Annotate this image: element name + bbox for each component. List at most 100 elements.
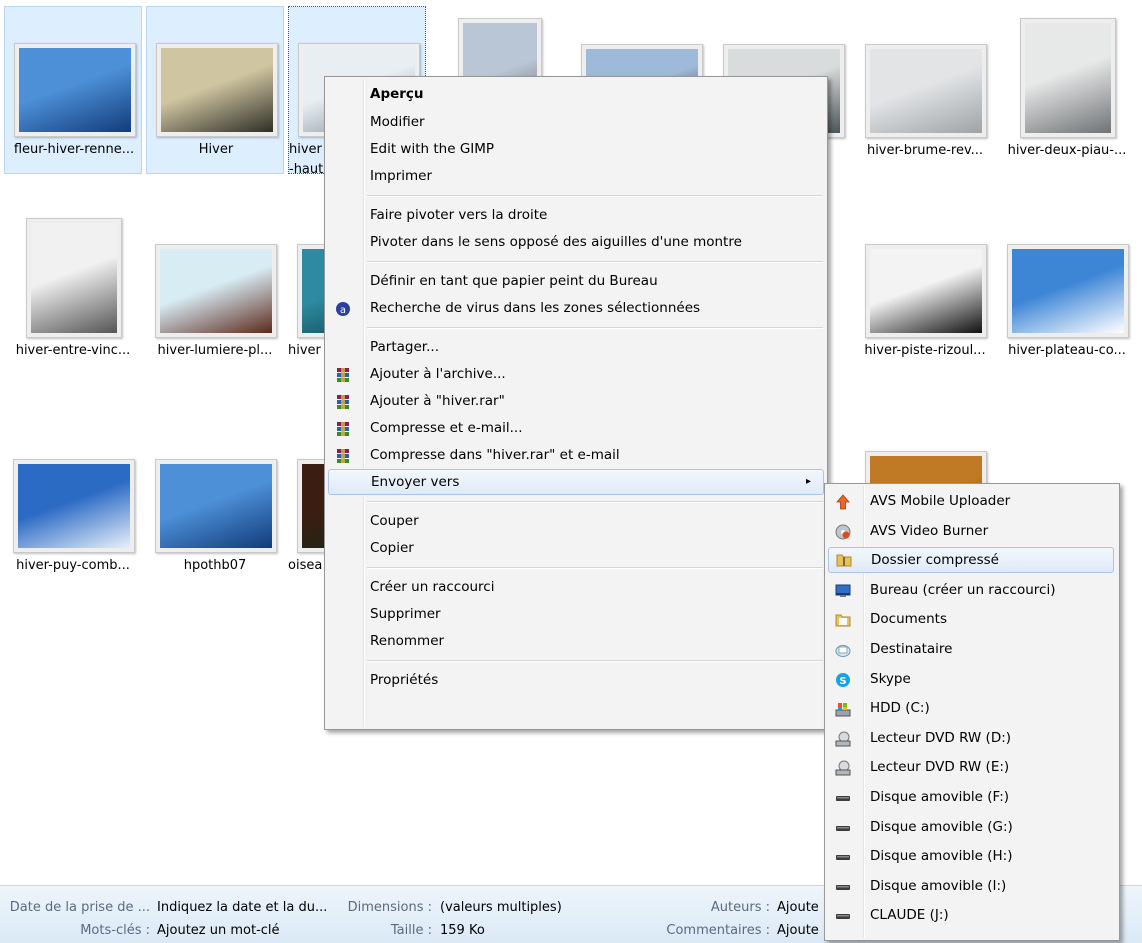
send-to-item-label: Documents <box>870 611 947 628</box>
menu-item-supprimer[interactable]: Supprimer <box>328 601 824 627</box>
file-name: hiver-piste-rizoul... <box>864 343 986 358</box>
file-tile[interactable]: hpothb07 <box>146 423 284 591</box>
send-to-item-label: Bureau (créer un raccourci) <box>870 581 1056 598</box>
file-thumbnail[interactable] <box>865 44 987 138</box>
menu-item-partager[interactable]: Partager... <box>328 334 824 360</box>
send-to-item-avs-mobile-uploader[interactable]: AVS Mobile Uploader <box>828 488 1114 514</box>
menu-item-label: Imprimer <box>370 168 433 184</box>
file-thumbnail[interactable] <box>155 244 277 338</box>
file-name: hiver-entre-vinc... <box>15 343 131 358</box>
send-to-item-disque-amovible-g[interactable]: Disque amovible (G:) <box>828 814 1114 840</box>
menu-item-envoyer-vers[interactable]: Envoyer vers ▸ <box>328 469 824 495</box>
svg-text:a: a <box>340 305 346 316</box>
keywords-value[interactable]: Ajoutez un mot-clé <box>157 923 280 938</box>
send-to-item-label: Disque amovible (F:) <box>870 789 1010 805</box>
send-to-item-bureau-creer-un-raccourci[interactable]: Bureau (créer un raccourci) <box>828 577 1114 603</box>
date-taken-label: Date de la prise de ... <box>9 900 150 915</box>
send-to-item-label: Destinataire <box>870 641 953 657</box>
menu-item-proprietes[interactable]: Propriétés <box>328 667 824 693</box>
menu-item-label: Créer un raccourci <box>370 579 495 595</box>
file-thumbnail[interactable] <box>155 459 277 553</box>
menu-item-label: Partager... <box>370 339 439 355</box>
file-tile[interactable]: hiver-puy-comb... <box>4 423 142 591</box>
menu-item-label: Faire pivoter vers la droite <box>370 207 548 223</box>
menu-item-recherche-de-virus-dans-les-zones-selectionnees[interactable]: a Recherche de virus dans les zones sélec… <box>328 295 824 321</box>
menu-item-label: Définir en tant que papier peint du Bure… <box>370 273 658 289</box>
file-tile[interactable]: hiver-plateau-co... <box>998 208 1136 376</box>
menu-item-ajouter-a-hiver-rar[interactable]: Ajouter à "hiver.rar" <box>328 388 824 414</box>
winrar-icon <box>335 420 351 436</box>
menu-item-modifier[interactable]: Modifier <box>328 109 824 135</box>
file-name: hiver-brume-rev... <box>866 143 984 158</box>
send-to-item-hdd-c[interactable]: HDD (C:) <box>828 695 1114 721</box>
removable-disk-icon <box>835 789 851 805</box>
send-to-item-lecteur-dvd-rw-d[interactable]: Lecteur DVD RW (D:) <box>828 725 1114 751</box>
file-thumbnail[interactable] <box>156 43 278 137</box>
size-value: 159 Ko <box>440 923 485 938</box>
menu-item-apercu[interactable]: Aperçu <box>328 81 824 107</box>
menu-item-label: Envoyer vers <box>371 474 460 490</box>
authors-label: Auteurs : <box>710 900 770 915</box>
menu-separator <box>367 195 823 197</box>
skype-icon: S <box>835 671 851 687</box>
file-tile[interactable]: fleur-hiver-renne... <box>4 6 142 174</box>
file-tile[interactable]: hiver-deux-piau-... <box>998 8 1136 176</box>
send-to-item-skype[interactable]: S Skype <box>828 666 1114 692</box>
send-to-item-disque-amovible-i[interactable]: Disque amovible (I:) <box>828 873 1114 899</box>
menu-separator <box>367 567 823 569</box>
file-thumbnail[interactable] <box>13 459 135 553</box>
file-thumbnail[interactable] <box>26 218 122 338</box>
menu-item-couper[interactable]: Couper <box>328 508 824 534</box>
menu-item-label: Recherche de virus dans les zones sélect… <box>370 300 701 316</box>
menu-item-compresse-et-e-mail[interactable]: Compresse et e-mail... <box>328 415 824 441</box>
send-to-item-label: Disque amovible (I:) <box>870 877 1007 894</box>
comments-value[interactable]: Ajoute <box>777 923 819 938</box>
send-to-item-destinataire[interactable]: Destinataire <box>828 636 1114 662</box>
antivirus-icon: a <box>335 300 351 316</box>
file-tile[interactable]: hiver-lumiere-pl... <box>146 208 284 376</box>
menu-item-label: Renommer <box>370 633 445 649</box>
send-to-item-disque-amovible-h[interactable]: Disque amovible (H:) <box>828 843 1114 869</box>
menu-item-label: Ajouter à "hiver.rar" <box>370 393 505 409</box>
file-tile[interactable]: Hiver <box>146 6 284 174</box>
menu-item-renommer[interactable]: Renommer <box>328 628 824 654</box>
send-to-item-dossier-compresse[interactable]: Dossier compressé <box>828 547 1114 574</box>
send-to-item-label: Lecteur DVD RW (E:) <box>870 759 1010 776</box>
menu-item-label: Propriétés <box>370 672 439 688</box>
send-to-item-avs-video-burner[interactable]: AVS Video Burner <box>828 518 1114 544</box>
send-to-item-label: Lecteur DVD RW (D:) <box>870 729 1012 746</box>
authors-value[interactable]: Ajoute <box>777 900 819 915</box>
send-to-item-label: HDD (C:) <box>870 700 930 717</box>
size-label: Taille : <box>390 923 432 938</box>
menu-item-definir-en-tant-que-papier-peint-du-bureau[interactable]: Définir en tant que papier peint du Bure… <box>328 268 824 294</box>
menu-item-compresse-dans-hiver-rar-et-e-mail[interactable]: Compresse dans "hiver.rar" et e-mail <box>328 442 824 468</box>
file-name: hiver-plateau-co... <box>1008 343 1126 358</box>
context-menu: Aperçu Modifier Edit with the GIMP Imprimer… <box>324 76 828 730</box>
file-name: fleur-hiver-renne... <box>13 142 135 157</box>
file-thumbnail[interactable] <box>1020 18 1116 138</box>
menu-item-label: Pivoter dans le sens opposé des aiguille… <box>370 234 742 250</box>
menu-item-imprimer[interactable]: Imprimer <box>328 163 824 189</box>
file-thumbnail[interactable] <box>1007 244 1129 338</box>
file-tile[interactable]: hiver-brume-rev... <box>856 8 994 176</box>
menu-item-creer-un-raccourci[interactable]: Créer un raccourci <box>328 574 824 600</box>
date-taken-value[interactable]: Indiquez la date et la du... <box>157 900 327 915</box>
file-thumbnail[interactable] <box>865 244 987 338</box>
menu-item-edit-with-the-gimp[interactable]: Edit with the GIMP <box>328 136 824 162</box>
menu-item-label: Couper <box>370 513 419 529</box>
menu-item-faire-pivoter-vers-la-droite[interactable]: Faire pivoter vers la droite <box>328 202 824 228</box>
file-name: hiver-lumiere-pl... <box>157 343 273 358</box>
menu-separator <box>367 261 823 263</box>
send-to-item-disque-amovible-f[interactable]: Disque amovible (F:) <box>828 784 1114 810</box>
menu-separator <box>367 501 823 503</box>
send-to-item-documents[interactable]: Documents <box>828 606 1114 632</box>
menu-separator <box>367 660 823 662</box>
file-thumbnail[interactable] <box>14 43 136 137</box>
menu-item-pivoter-dans-le-sens-oppose-des-aiguilles-d-une-montre[interactable]: Pivoter dans le sens opposé des aiguille… <box>328 229 824 255</box>
menu-item-copier[interactable]: Copier <box>328 535 824 561</box>
send-to-item-claude-j[interactable]: CLAUDE (J:) <box>828 902 1114 928</box>
menu-item-ajouter-a-l-archive[interactable]: Ajouter à l'archive... <box>328 361 824 387</box>
file-tile[interactable]: hiver-piste-rizoul... <box>856 208 994 376</box>
send-to-item-lecteur-dvd-rw-e[interactable]: Lecteur DVD RW (E:) <box>828 754 1114 780</box>
file-tile[interactable]: hiver-entre-vinc... <box>4 208 142 376</box>
